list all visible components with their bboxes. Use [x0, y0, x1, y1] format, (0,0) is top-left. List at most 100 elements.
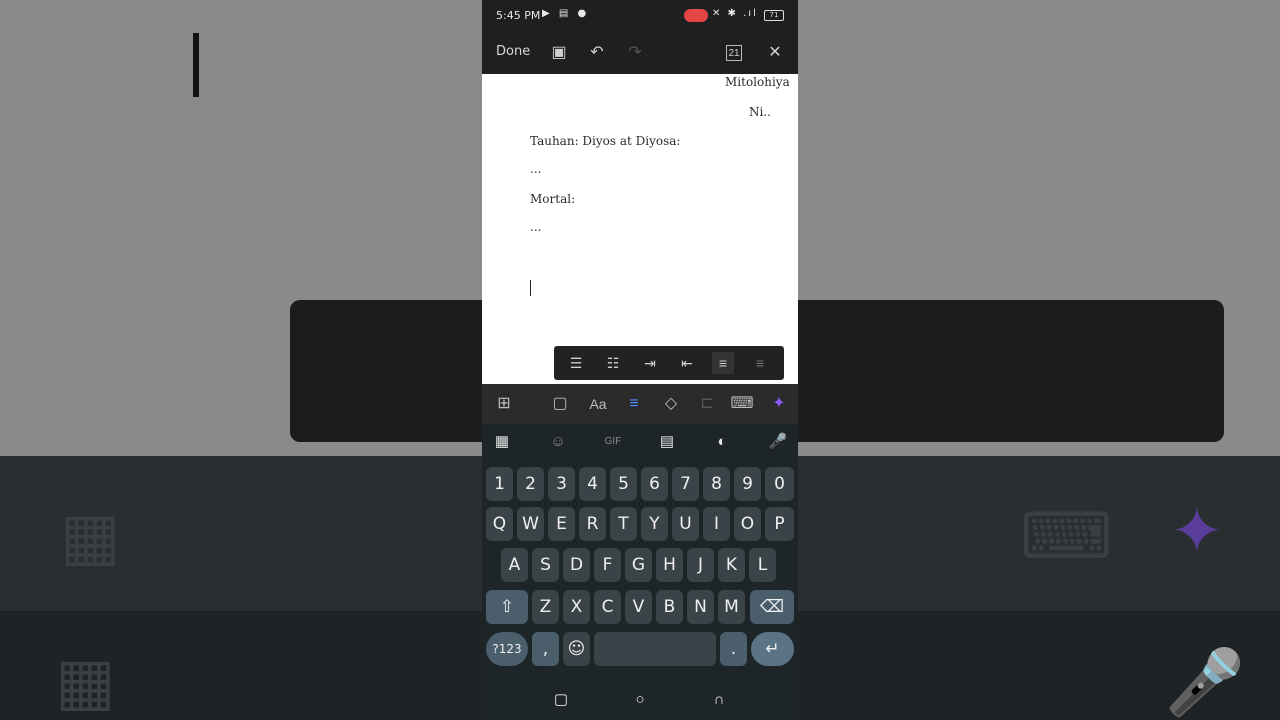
- enter-key[interactable]: ↵: [751, 632, 794, 666]
- insert-image-icon[interactable]: ⊏: [695, 392, 719, 416]
- key-6[interactable]: 6: [641, 467, 668, 501]
- align-center-icon[interactable]: ≡: [749, 352, 771, 374]
- recents-icon[interactable]: ▢: [549, 688, 573, 712]
- done-button[interactable]: Done: [496, 44, 530, 59]
- emoji-key[interactable]: ☺: [563, 632, 590, 666]
- theme-palette-icon[interactable]: ◐: [710, 430, 734, 454]
- background-sparkle-icon: ✦: [1170, 495, 1224, 569]
- editor-tools-bar: ⊞ ▢ Aa ≡ ◇ ⊏ ⌨ ✦: [482, 384, 798, 424]
- key-z[interactable]: Z: [532, 590, 559, 624]
- doc-line-title: Mitolohiya: [725, 75, 790, 89]
- highlighter-icon[interactable]: ◇: [659, 392, 683, 416]
- key-p[interactable]: P: [765, 507, 794, 541]
- background-apps-icon: ▦: [55, 645, 116, 719]
- background-mic-icon: 🎤: [1165, 646, 1245, 720]
- doc-line-ellipsis-1: ...: [530, 162, 542, 176]
- doc-line-ellipsis-2: ...: [530, 220, 542, 234]
- insert-grid-icon[interactable]: ⊞: [492, 392, 516, 416]
- key-5[interactable]: 5: [610, 467, 637, 501]
- keyboard-toolbar: ▦ ☺ GIF ▤ ◐ 🎤: [482, 424, 798, 460]
- paragraph-format-icon[interactable]: ≡: [622, 392, 646, 416]
- mic-icon[interactable]: 🎤: [766, 430, 790, 454]
- battery-icon: 71: [764, 10, 784, 21]
- background-cursor: [193, 33, 199, 97]
- key-y[interactable]: Y: [641, 507, 668, 541]
- phone-screen: 5:45 PM ▶ ▤ ● ✕ ✱ .ıl 71 Done ▣ ↶ ↷ 21 ✕…: [482, 0, 798, 720]
- home-icon[interactable]: ○: [628, 688, 652, 712]
- key-7[interactable]: 7: [672, 467, 699, 501]
- doc-line-tauhan: Tauhan: Diyos at Diyosa:: [530, 134, 681, 148]
- sticker-icon[interactable]: ☺: [546, 430, 570, 454]
- text-cursor: [530, 280, 531, 296]
- key-j[interactable]: J: [687, 548, 714, 582]
- keyboard-icon[interactable]: ⌨: [730, 392, 754, 416]
- key-9[interactable]: 9: [734, 467, 761, 501]
- numbered-list-icon[interactable]: ☷: [602, 352, 624, 374]
- paragraph-format-bar: ☰ ☷ ⇥ ⇤ ≡ ≡: [554, 346, 784, 380]
- background-keyboard-icon: ⌨: [1020, 500, 1113, 574]
- gif-button[interactable]: GIF: [600, 430, 626, 454]
- app-toolbar: Done ▣ ↶ ↷ 21 ✕: [482, 32, 798, 74]
- key-t[interactable]: T: [610, 507, 637, 541]
- key-2[interactable]: 2: [517, 467, 544, 501]
- apps-grid-icon[interactable]: ▦: [490, 430, 514, 454]
- status-system-icons: ✕ ✱ .ıl: [712, 8, 758, 19]
- page-count-button[interactable]: 21: [726, 45, 742, 61]
- background-grid-icon: ▦: [60, 500, 121, 574]
- ai-sparkle-icon[interactable]: ✦: [767, 392, 791, 416]
- backspace-key[interactable]: ⌫: [750, 590, 794, 624]
- status-notification-icons: ▶ ▤ ●: [542, 8, 590, 19]
- key-a[interactable]: A: [501, 548, 528, 582]
- back-icon[interactable]: ∩: [707, 688, 731, 712]
- key-1[interactable]: 1: [486, 467, 513, 501]
- redo-icon[interactable]: ↷: [624, 42, 646, 64]
- key-i[interactable]: I: [703, 507, 730, 541]
- key-g[interactable]: G: [625, 548, 652, 582]
- indent-icon[interactable]: ⇥: [639, 352, 661, 374]
- keyboard: ▦ ☺ GIF ▤ ◐ 🎤 1 2 3 4 5 6 7 8 9 0 Q W E …: [482, 424, 798, 680]
- key-m[interactable]: M: [718, 590, 745, 624]
- symbols-key[interactable]: ?123: [486, 632, 528, 666]
- doc-line-author: Ni..: [749, 105, 771, 119]
- outdent-icon[interactable]: ⇤: [676, 352, 698, 374]
- key-l[interactable]: L: [749, 548, 776, 582]
- system-nav-bar: ▢ ○ ∩: [482, 680, 798, 720]
- key-w[interactable]: W: [517, 507, 544, 541]
- undo-icon[interactable]: ↶: [586, 42, 608, 64]
- bullet-list-icon[interactable]: ☰: [565, 352, 587, 374]
- key-h[interactable]: H: [656, 548, 683, 582]
- key-k[interactable]: K: [718, 548, 745, 582]
- text-format-icon[interactable]: Aa: [586, 392, 610, 416]
- clipboard-icon[interactable]: ▤: [655, 430, 679, 454]
- key-c[interactable]: C: [594, 590, 621, 624]
- key-8[interactable]: 8: [703, 467, 730, 501]
- key-q[interactable]: Q: [486, 507, 513, 541]
- key-f[interactable]: F: [594, 548, 621, 582]
- status-bar: 5:45 PM ▶ ▤ ● ✕ ✱ .ıl 71: [482, 0, 798, 32]
- comma-key[interactable]: ,: [532, 632, 559, 666]
- close-icon[interactable]: ✕: [764, 42, 786, 64]
- key-3[interactable]: 3: [548, 467, 575, 501]
- key-4[interactable]: 4: [579, 467, 606, 501]
- shift-key[interactable]: ⇧: [486, 590, 528, 624]
- key-v[interactable]: V: [625, 590, 652, 624]
- key-e[interactable]: E: [548, 507, 575, 541]
- doc-line-mortal: Mortal:: [530, 192, 576, 206]
- screen-record-icon: [684, 9, 708, 22]
- period-key[interactable]: .: [720, 632, 747, 666]
- key-u[interactable]: U: [672, 507, 699, 541]
- key-n[interactable]: N: [687, 590, 714, 624]
- key-x[interactable]: X: [563, 590, 590, 624]
- key-b[interactable]: B: [656, 590, 683, 624]
- page-layout-icon[interactable]: ▢: [548, 392, 572, 416]
- key-o[interactable]: O: [734, 507, 761, 541]
- status-time: 5:45 PM: [496, 9, 541, 22]
- key-d[interactable]: D: [563, 548, 590, 582]
- document-body[interactable]: Mitolohiya Ni.. Tauhan: Diyos at Diyosa:…: [482, 74, 798, 384]
- key-r[interactable]: R: [579, 507, 606, 541]
- save-icon[interactable]: ▣: [548, 42, 570, 64]
- align-left-icon[interactable]: ≡: [712, 352, 734, 374]
- space-key[interactable]: [594, 632, 716, 666]
- key-0[interactable]: 0: [765, 467, 794, 501]
- key-s[interactable]: S: [532, 548, 559, 582]
